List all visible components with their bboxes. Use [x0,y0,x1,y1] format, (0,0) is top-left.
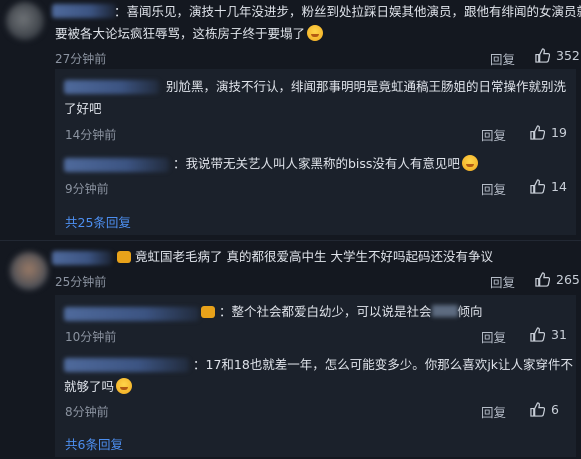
thumbs-up-icon [535,48,550,63]
vip-badge-icon [201,306,215,318]
comment-text: 竟虹国老毛病了 真的都很爱高中生 大学生不好吗起码还没有争议 [117,246,493,268]
comment-time: 25分钟前 [55,275,107,289]
avatar[interactable] [10,252,48,290]
username-blurred[interactable] [64,307,199,321]
thumbs-up-icon [530,327,545,342]
like-count: 6 [551,402,559,417]
like-count: 352 [556,48,580,63]
like-count: 31 [551,327,567,342]
like-button[interactable]: 31 [530,327,567,342]
username-blurred[interactable] [52,251,112,265]
comment-time: 27分钟前 [55,52,107,66]
like-button[interactable]: 19 [530,125,567,140]
reply-text: 了好吧 [64,101,102,116]
reply-button[interactable]: 回复 [490,272,515,291]
reply-time: 14分钟前 [65,128,117,142]
thumbs-up-icon [530,125,545,140]
like-button[interactable]: 14 [530,179,567,194]
username-blurred[interactable] [52,4,116,18]
emoji-icon [116,378,133,394]
divider [0,240,581,241]
username-blurred[interactable] [64,358,189,372]
reply-button[interactable]: 回复 [481,402,506,421]
redacted-text [431,305,458,317]
emoji-icon [461,155,478,171]
reply-time: 10分钟前 [65,330,117,344]
emoji-icon [307,25,324,41]
reply-button[interactable]: 回复 [481,327,506,346]
reply-text: 就够了吗 [64,376,133,398]
reply-time: 8分钟前 [65,405,109,419]
reply-text: 别尬黑，演技不行认，绯闻那事明明是竟虹通稿王肠姐的日常操作就别洗 [166,79,567,94]
username-blurred[interactable] [64,158,169,172]
like-count: 14 [551,179,567,194]
reply-thread: ：整个社会都爱白幼少，可以说是社会 倾向 10分钟前 回复 31 ：17和18也就… [55,295,576,457]
like-button[interactable]: 352 [535,48,580,63]
comment-text: ：喜闻乐见，演技十几年没进步，粉丝到处拉踩日娱其他演员，跟他有绯闻的女演员就 [114,4,581,19]
reply-button[interactable]: 回复 [481,125,506,144]
reply-thread: 别尬黑，演技不行认，绯闻那事明明是竟虹通稿王肠姐的日常操作就别洗 了好吧 14分… [55,69,576,235]
expand-replies-link[interactable]: 共25条回复 [65,212,131,231]
like-count: 19 [551,125,567,140]
thumbs-up-icon [530,402,545,417]
vip-badge-icon [117,251,131,263]
reply-text: ：我说带无关艺人叫人家黑称的biss没有人有意见吧 [173,153,478,175]
expand-replies-link[interactable]: 共6条回复 [65,434,123,453]
reply-button[interactable]: 回复 [490,49,515,68]
reply-text: ：17和18也就差一年，怎么可能变多少。你那么喜欢jk让人家穿件不 [193,357,574,372]
like-button[interactable]: 6 [530,402,559,417]
reply-text: ：整个社会都爱白幼少，可以说是社会 倾向 [201,301,483,323]
username-blurred[interactable] [64,80,159,94]
thumbs-up-icon [535,272,550,287]
like-count: 265 [556,272,580,287]
comment-text: 要被各大论坛疯狂辱骂，这栋房子终于要塌了 [55,23,324,45]
avatar[interactable] [6,2,44,40]
thumbs-up-icon [530,179,545,194]
like-button[interactable]: 265 [535,272,580,287]
reply-button[interactable]: 回复 [481,179,506,198]
reply-time: 9分钟前 [65,182,109,196]
